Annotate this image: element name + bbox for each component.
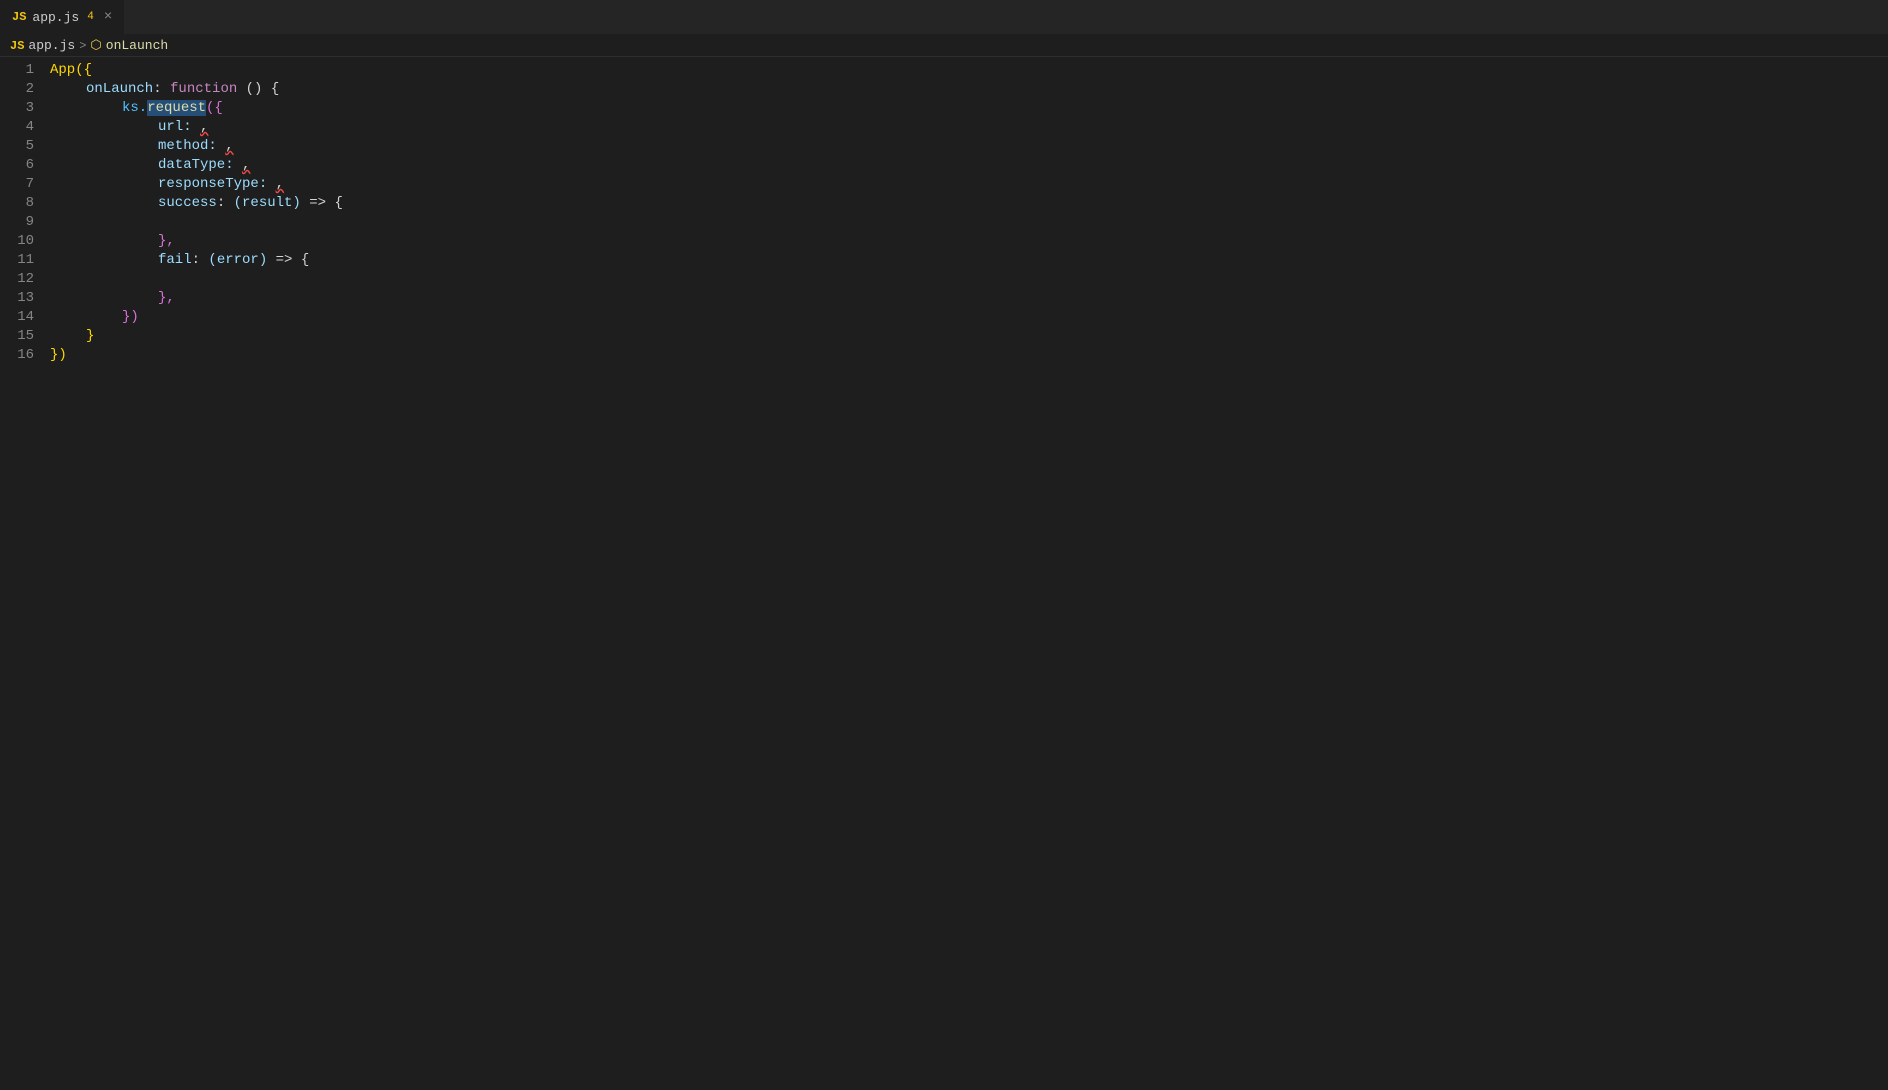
line-number: 11 <box>0 251 50 270</box>
line-content[interactable]: ks.request({ <box>50 99 1888 118</box>
code-line: 3ks.request({ <box>0 99 1888 118</box>
tab-close-button[interactable]: × <box>104 9 112 25</box>
code-editor[interactable]: 1App({2onLaunch: function () {3ks.reques… <box>0 57 1888 369</box>
line-number: 7 <box>0 175 50 194</box>
code-line: 8success: (result) => { <box>0 194 1888 213</box>
code-line: 16}) <box>0 346 1888 365</box>
breadcrumb-bar: JS app.js > ⬡ onLaunch <box>0 35 1888 57</box>
code-line: 4url: , <box>0 118 1888 137</box>
line-number: 10 <box>0 232 50 251</box>
line-content[interactable]: success: (result) => { <box>50 194 1888 213</box>
breadcrumb-function-item: ⬡ onLaunch <box>90 38 168 53</box>
line-number: 4 <box>0 118 50 137</box>
line-number: 8 <box>0 194 50 213</box>
js-icon: JS <box>12 10 26 24</box>
code-line: 6dataType: , <box>0 156 1888 175</box>
line-content[interactable]: }) <box>50 308 1888 327</box>
line-content[interactable]: }) <box>50 346 1888 365</box>
breadcrumb-function-name: onLaunch <box>106 38 168 53</box>
breadcrumb-js-icon: JS app.js <box>10 38 75 53</box>
line-number: 15 <box>0 327 50 346</box>
line-number: 12 <box>0 270 50 289</box>
code-line: 9 <box>0 213 1888 232</box>
line-content[interactable]: } <box>50 327 1888 346</box>
line-number: 13 <box>0 289 50 308</box>
code-line: 5method: , <box>0 137 1888 156</box>
line-content[interactable]: }, <box>50 232 1888 251</box>
code-line: 13}, <box>0 289 1888 308</box>
line-content[interactable]: }, <box>50 289 1888 308</box>
tab-badge: 4 <box>87 11 94 23</box>
line-number: 16 <box>0 346 50 365</box>
tab-filename: app.js <box>32 10 79 25</box>
code-line: 14}) <box>0 308 1888 327</box>
line-content[interactable]: url: , <box>50 118 1888 137</box>
tab-bar: JS app.js 4 × <box>0 0 1888 35</box>
line-content[interactable]: method: , <box>50 137 1888 156</box>
line-number: 5 <box>0 137 50 156</box>
line-number: 9 <box>0 213 50 232</box>
line-content[interactable]: responseType: , <box>50 175 1888 194</box>
line-number: 6 <box>0 156 50 175</box>
code-line: 7responseType: , <box>0 175 1888 194</box>
line-number: 1 <box>0 61 50 80</box>
code-line: 12 <box>0 270 1888 289</box>
js-breadcrumb-icon: JS <box>10 39 24 53</box>
code-line: 11fail: (error) => { <box>0 251 1888 270</box>
line-content[interactable]: App({ <box>50 61 1888 80</box>
line-content[interactable]: dataType: , <box>50 156 1888 175</box>
breadcrumb-separator: > <box>79 39 86 53</box>
line-content[interactable]: onLaunch: function () { <box>50 80 1888 99</box>
line-number: 14 <box>0 308 50 327</box>
code-line: 1App({ <box>0 61 1888 80</box>
code-line: 2onLaunch: function () { <box>0 80 1888 99</box>
line-content[interactable]: fail: (error) => { <box>50 251 1888 270</box>
breadcrumb-function-icon: ⬡ <box>90 38 101 53</box>
breadcrumb-filename: app.js <box>28 38 75 53</box>
line-number: 3 <box>0 99 50 118</box>
code-line: 15} <box>0 327 1888 346</box>
code-line: 10}, <box>0 232 1888 251</box>
editor-tab[interactable]: JS app.js 4 × <box>0 0 125 35</box>
line-number: 2 <box>0 80 50 99</box>
